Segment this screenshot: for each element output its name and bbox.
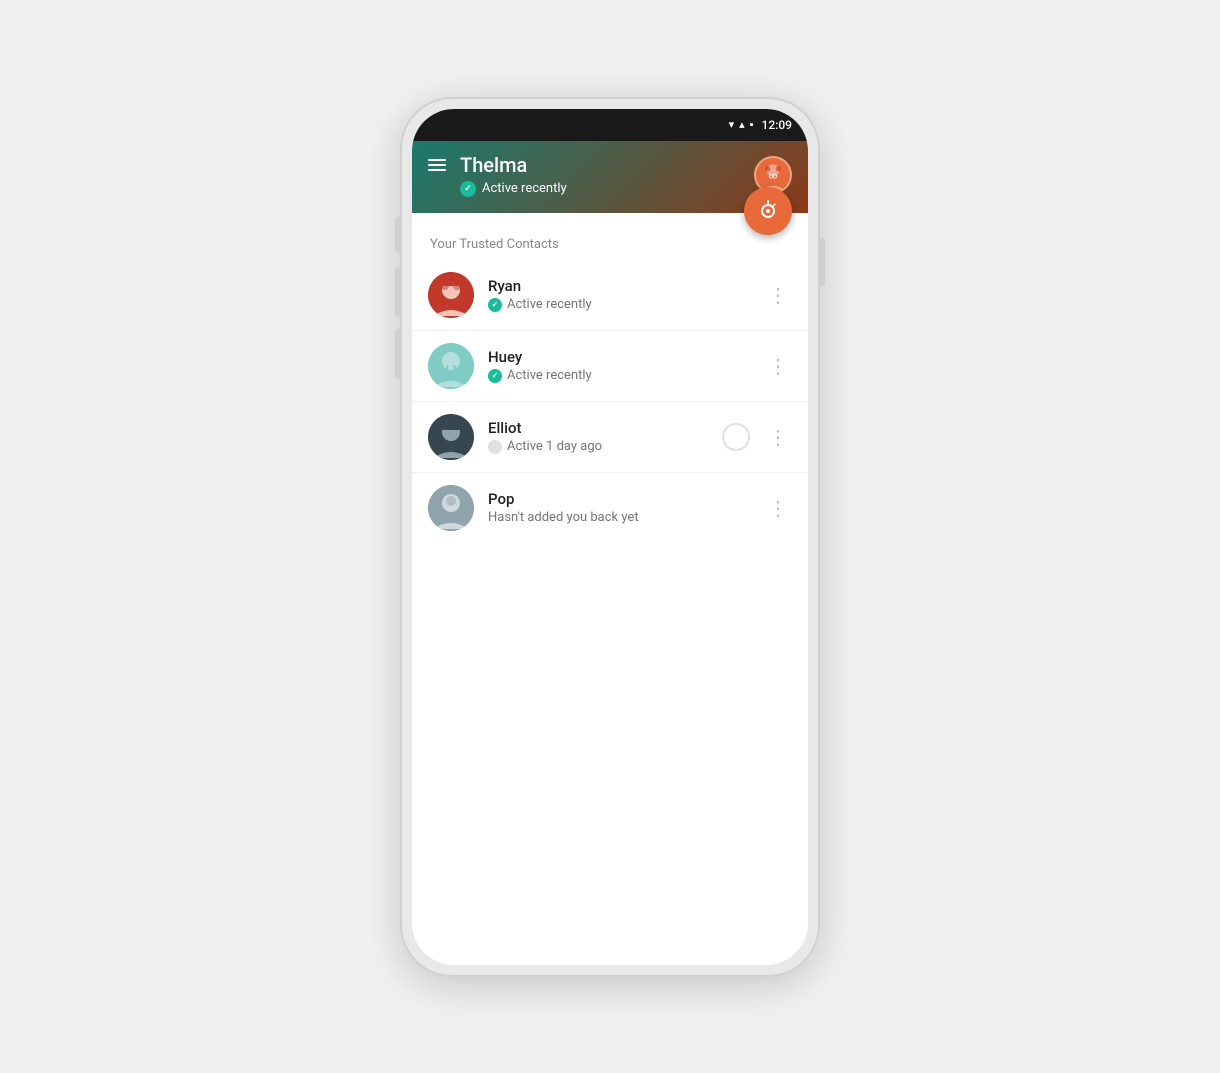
huey-status: Active recently (488, 368, 756, 383)
huey-avatar (428, 343, 474, 389)
pop-status-text: Hasn't added you back yet (488, 510, 639, 525)
huey-avatar-svg (428, 343, 474, 389)
status-time: 12:09 (762, 118, 792, 132)
inactive-status-icon (488, 440, 502, 454)
pop-avatar (428, 485, 474, 531)
pop-more-button[interactable]: ⋮ (764, 494, 792, 522)
section-label: Your Trusted Contacts (412, 223, 808, 260)
toolbar: Thelma Active recently ∞ (412, 141, 808, 213)
ryan-more-button[interactable]: ⋮ (764, 281, 792, 309)
status-icons: ▾ ▴ ▪ (729, 118, 754, 131)
elliot-toggle (722, 423, 750, 451)
phone-screen: ▾ ▴ ▪ 12:09 Thelma Active rec (412, 109, 808, 965)
pop-info: Pop Hasn't added you back yet (488, 490, 756, 525)
list-item[interactable]: Elliot Active 1 day ago ⋮ (412, 402, 808, 473)
huey-status-text: Active recently (507, 368, 592, 383)
huey-info: Huey Active recently (488, 348, 756, 383)
volume-up-button (395, 217, 400, 252)
elliot-status-text: Active 1 day ago (507, 439, 602, 454)
volume-down-button (395, 267, 400, 317)
elliot-status: Active 1 day ago (488, 439, 722, 454)
pop-name: Pop (488, 490, 756, 508)
content-area: Your Trusted Contacts (412, 213, 808, 965)
ryan-status: Active recently (488, 297, 756, 312)
active-status-icon (488, 298, 502, 312)
signal-icon: ▴ (739, 118, 745, 131)
toolbar-status: Active recently (482, 181, 567, 196)
huey-more-button[interactable]: ⋮ (764, 352, 792, 380)
toolbar-title: Thelma (460, 153, 527, 177)
elliot-more-button[interactable]: ⋮ (764, 423, 792, 451)
active-status-icon (488, 369, 502, 383)
list-item[interactable]: Huey Active recently ⋮ (412, 331, 808, 402)
power-button (820, 237, 825, 287)
ryan-name: Ryan (488, 277, 756, 295)
elliot-avatar-svg (428, 414, 474, 460)
phone-device: ▾ ▴ ▪ 12:09 Thelma Active rec (400, 97, 820, 977)
toolbar-menu-row: Thelma (428, 153, 527, 177)
active-check-icon (460, 181, 476, 197)
elliot-avatar (428, 414, 474, 460)
ryan-avatar-svg (428, 272, 474, 318)
svg-text:∞: ∞ (768, 171, 777, 181)
menu-button[interactable] (428, 159, 446, 171)
toolbar-left: Thelma Active recently (428, 153, 567, 197)
location-share-icon (756, 199, 780, 223)
speaker (596, 127, 656, 135)
huey-name: Huey (488, 348, 756, 366)
list-item[interactable]: Ryan Active recently ⋮ (412, 260, 808, 331)
elliot-info: Elliot Active 1 day ago (488, 419, 722, 454)
status-bar: ▾ ▴ ▪ 12:09 (412, 109, 808, 141)
ryan-info: Ryan Active recently (488, 277, 756, 312)
contact-list: Ryan Active recently ⋮ (412, 260, 808, 543)
wifi-icon: ▾ (729, 118, 735, 131)
mute-button (395, 329, 400, 379)
list-item[interactable]: Pop Hasn't added you back yet ⋮ (412, 473, 808, 543)
toolbar-subtitle: Active recently (460, 181, 567, 197)
pop-avatar-svg (428, 485, 474, 531)
ryan-status-text: Active recently (507, 297, 592, 312)
elliot-name: Elliot (488, 419, 722, 437)
battery-icon: ▪ (750, 118, 754, 131)
pop-status: Hasn't added you back yet (488, 510, 756, 525)
ryan-avatar (428, 272, 474, 318)
camera (543, 123, 557, 137)
location-share-fab[interactable] (744, 187, 792, 235)
